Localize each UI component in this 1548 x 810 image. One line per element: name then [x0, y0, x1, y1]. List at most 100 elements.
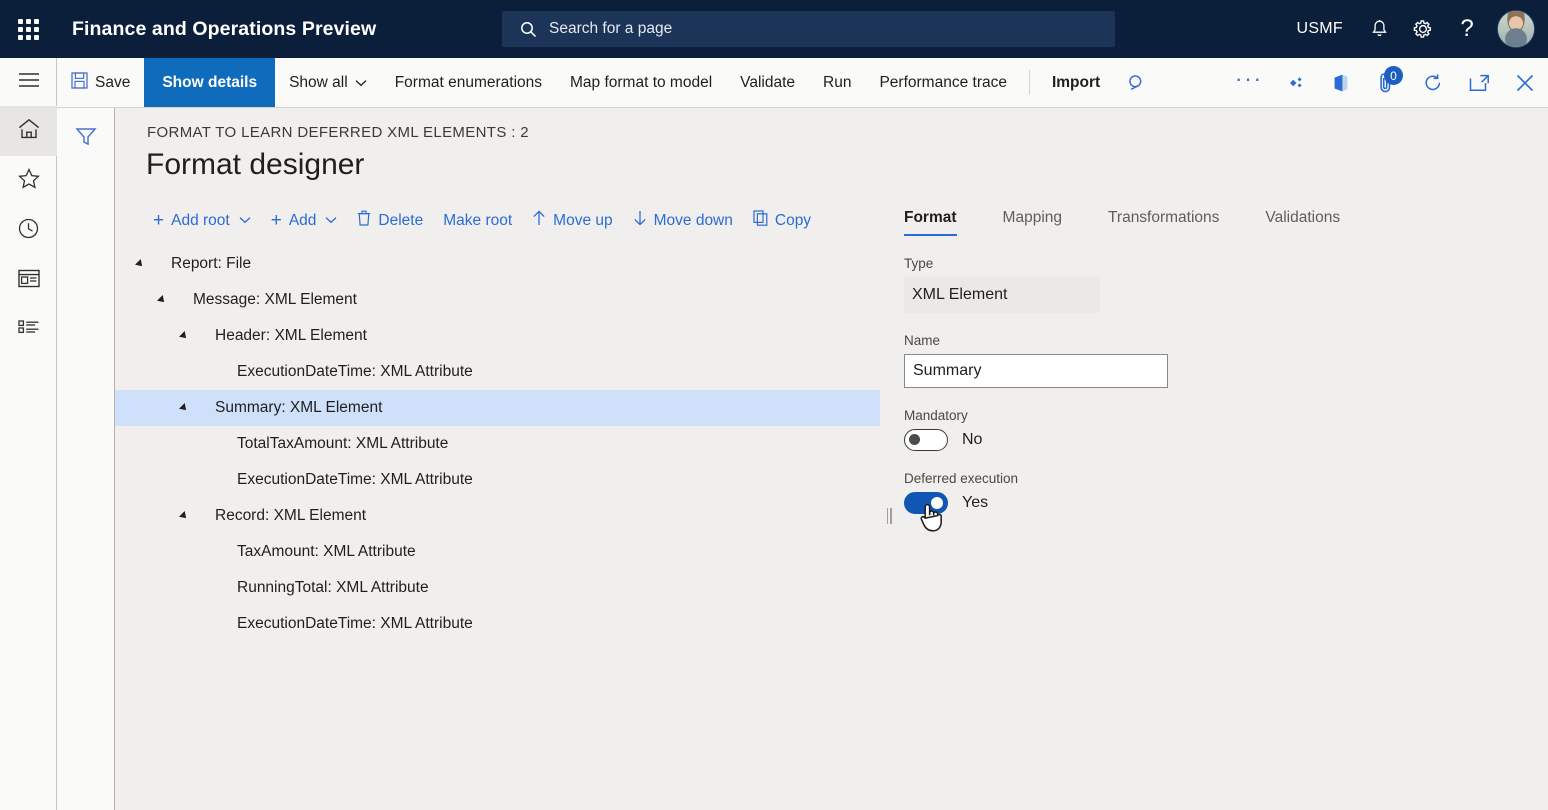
bell-icon[interactable]: [1357, 0, 1401, 58]
attachments-count-badge: 0: [1384, 66, 1403, 85]
deferred-execution-value: Yes: [962, 494, 988, 512]
open-in-office-icon[interactable]: [1318, 58, 1364, 107]
details-tabs[interactable]: Format Mapping Transformations Validations: [904, 196, 1524, 236]
tree-row[interactable]: ExecutionDateTime: XML Attribute: [115, 462, 880, 498]
search-icon[interactable]: [1114, 58, 1160, 107]
chevron-down-icon: [355, 74, 367, 92]
tree-row[interactable]: ExecutionDateTime: XML Attribute: [115, 606, 880, 642]
mandatory-toggle-row: No: [904, 429, 1524, 451]
tab-format[interactable]: Format: [904, 209, 957, 236]
import-label: Import: [1052, 74, 1100, 92]
add-label: Add: [289, 212, 317, 230]
move-down-button[interactable]: Move down: [623, 204, 743, 237]
tree-row[interactable]: Report: File: [115, 246, 880, 282]
make-root-button[interactable]: Make root: [433, 206, 522, 236]
trash-icon: [357, 210, 371, 231]
refresh-icon[interactable]: [1410, 58, 1456, 107]
move-down-label: Move down: [654, 212, 733, 230]
close-icon[interactable]: [1502, 58, 1548, 107]
pane-splitter-handle[interactable]: [884, 508, 894, 524]
validate-label: Validate: [740, 74, 795, 92]
filter-icon[interactable]: [66, 120, 106, 154]
mandatory-field: Mandatory No: [904, 408, 1524, 451]
format-enumerations-button[interactable]: Format enumerations: [381, 58, 556, 107]
global-search-box[interactable]: Search for a page: [502, 11, 1115, 47]
tab-mapping[interactable]: Mapping: [1003, 209, 1062, 236]
tree-row[interactable]: Message: XML Element: [115, 282, 880, 318]
tree-row[interactable]: TaxAmount: XML Attribute: [115, 534, 880, 570]
copy-icon: [753, 210, 768, 231]
app-title: Finance and Operations Preview: [72, 18, 376, 41]
performance-trace-label: Performance trace: [879, 74, 1007, 92]
filter-pane: [57, 108, 115, 810]
tree-row-label: ExecutionDateTime: XML Attribute: [237, 363, 473, 381]
star-icon: [18, 168, 40, 194]
app-launcher-button[interactable]: [0, 0, 56, 58]
sidebar-item-workspaces[interactable]: [0, 256, 57, 306]
tree-row[interactable]: Header: XML Element: [115, 318, 880, 354]
run-button[interactable]: Run: [809, 58, 865, 107]
mandatory-label: Mandatory: [904, 408, 1524, 423]
mandatory-value: No: [962, 431, 982, 449]
tree-row[interactable]: ExecutionDateTime: XML Attribute: [115, 354, 880, 390]
avatar[interactable]: [1497, 10, 1535, 48]
command-bar-spacer: [1160, 58, 1226, 107]
tree-row[interactable]: Summary: XML Element: [115, 390, 880, 426]
delete-label: Delete: [378, 212, 423, 230]
format-tree[interactable]: Report: File Message: XML Element Header: …: [115, 246, 880, 642]
tree-row-label: Record: XML Element: [215, 507, 366, 525]
tree-row[interactable]: RunningTotal: XML Attribute: [115, 570, 880, 606]
show-details-label: Show details: [162, 74, 257, 92]
save-button[interactable]: Save: [57, 58, 144, 107]
sidebar-item-navigation-menu[interactable]: [0, 58, 57, 106]
help-icon[interactable]: ?: [1445, 0, 1489, 58]
tree-expand-icon[interactable]: [157, 295, 167, 305]
name-input[interactable]: [904, 354, 1168, 388]
tree-row-label: RunningTotal: XML Attribute: [237, 579, 429, 597]
deferred-execution-field: Deferred execution Yes: [904, 471, 1524, 514]
plus-icon: +: [271, 214, 282, 228]
deferred-execution-toggle[interactable]: [904, 492, 948, 514]
company-selector[interactable]: USMF: [1282, 20, 1357, 38]
show-details-button[interactable]: Show details: [144, 58, 275, 107]
tree-row[interactable]: Record: XML Element: [115, 498, 880, 534]
home-icon: [18, 118, 40, 144]
gear-icon[interactable]: [1401, 0, 1445, 58]
sidebar-item-favorites[interactable]: [0, 156, 57, 206]
chevron-down-icon: [325, 215, 337, 227]
add-button[interactable]: + Add: [261, 206, 348, 236]
tree-expand-icon[interactable]: [135, 259, 145, 269]
tree-expand-icon[interactable]: [179, 331, 189, 341]
add-root-button[interactable]: + Add root: [143, 206, 261, 236]
overflow-menu-button[interactable]: ···: [1226, 58, 1272, 107]
tree-row[interactable]: TotalTaxAmount: XML Attribute: [115, 426, 880, 462]
import-button[interactable]: Import: [1038, 58, 1114, 107]
attachments-icon[interactable]: 0: [1364, 58, 1410, 107]
add-root-label: Add root: [171, 212, 230, 230]
sidebar-item-recent[interactable]: [0, 206, 57, 256]
move-up-button[interactable]: Move up: [522, 204, 622, 237]
global-search-placeholder: Search for a page: [549, 20, 672, 38]
tab-transformations[interactable]: Transformations: [1108, 209, 1219, 236]
mandatory-toggle[interactable]: [904, 429, 948, 451]
show-all-button[interactable]: Show all: [275, 58, 381, 107]
main-content: FORMAT TO LEARN DEFERRED XML ELEMENTS : …: [115, 108, 1548, 810]
sidebar-item-modules[interactable]: [0, 306, 57, 356]
map-format-to-model-button[interactable]: Map format to model: [556, 58, 726, 107]
open-in-new-window-icon[interactable]: [1456, 58, 1502, 107]
validate-button[interactable]: Validate: [726, 58, 809, 107]
delete-button[interactable]: Delete: [347, 204, 433, 237]
tree-expand-icon[interactable]: [179, 511, 189, 521]
tree-row-label: Message: XML Element: [193, 291, 357, 309]
sidebar-item-home[interactable]: [0, 106, 57, 156]
type-value: XML Element: [904, 277, 1100, 313]
arrow-up-icon: [532, 210, 546, 231]
copy-button[interactable]: Copy: [743, 204, 821, 237]
tree-expand-icon[interactable]: [179, 403, 189, 413]
tab-validations[interactable]: Validations: [1265, 209, 1340, 236]
hamburger-icon: [18, 72, 40, 93]
performance-trace-button[interactable]: Performance trace: [865, 58, 1021, 107]
map-format-to-model-label: Map format to model: [570, 74, 712, 92]
tree-row-label: Report: File: [171, 255, 251, 273]
related-information-icon[interactable]: [1272, 58, 1318, 107]
